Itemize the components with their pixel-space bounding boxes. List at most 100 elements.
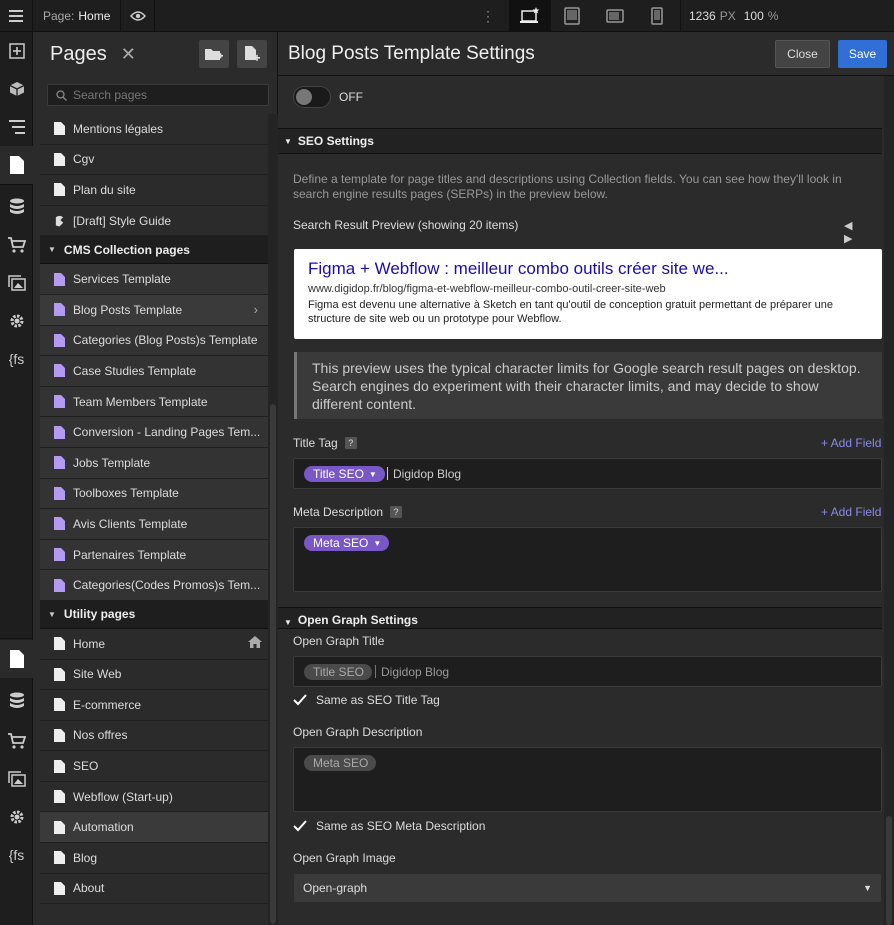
help-question-icon[interactable]: ? [390, 506, 403, 518]
cms-database-icon[interactable] [0, 188, 33, 226]
page-list-item-label: Jobs Template [73, 455, 151, 470]
page-document-icon [54, 820, 73, 834]
desktop-base-breakpoint-icon[interactable] [509, 0, 551, 32]
preview-pagination-arrows[interactable]: ◀ ▶ [844, 219, 882, 245]
page-folder-header[interactable]: ▼ CMS Collection pages [40, 236, 268, 265]
add-panel-icon[interactable] [0, 32, 33, 70]
page-list-item[interactable]: Home [40, 628, 268, 660]
settings-scrollbar[interactable] [884, 76, 894, 925]
page-list-item[interactable]: Mentions légales [40, 114, 268, 145]
title-tag-add-field-button[interactable]: + Add Field [821, 436, 881, 450]
assets-images-icon[interactable] [0, 264, 33, 302]
page-list-item[interactable]: Jobs Template [40, 447, 268, 479]
meta-description-add-field-button[interactable]: + Add Field [821, 505, 881, 519]
settings-gear-icon-2[interactable] [0, 798, 33, 836]
page-list-item[interactable]: Blog [40, 843, 268, 874]
chevron-right-icon[interactable]: › [254, 302, 258, 317]
serp-title: Figma + Webflow : meilleur combo outils … [308, 259, 729, 278]
page-list-item[interactable]: About [40, 873, 268, 905]
cms-database-icon-2[interactable] [0, 682, 33, 720]
page-list-item[interactable]: Blog Posts Template › [40, 294, 268, 326]
ecommerce-cart-icon-2[interactable] [0, 722, 33, 760]
page-list-item[interactable]: E-commerce [40, 690, 268, 721]
pages-scrollbar-thumb[interactable] [270, 404, 276, 924]
width-value: 1236 [689, 9, 716, 23]
tablet-breakpoint-icon[interactable] [551, 0, 593, 32]
assets-images-icon-2[interactable] [0, 760, 33, 798]
title-tag-suffix-text: Digidop Blog [393, 467, 462, 481]
page-list-item[interactable]: Services Template [40, 264, 268, 295]
page-list-item[interactable]: Team Members Template [40, 386, 268, 418]
page-document-icon [54, 364, 73, 378]
og-title-label: Open Graph Title [293, 634, 385, 648]
page-list-item[interactable]: Plan du site [40, 175, 268, 206]
page-list-item[interactable]: Conversion - Landing Pages Tem... [40, 417, 268, 448]
zoom-value: 100 [743, 9, 764, 23]
search-pages-input[interactable]: Search pages [47, 84, 269, 106]
chevron-down-icon: ▼ [373, 538, 382, 548]
more-options-icon[interactable]: ⋮ [478, 0, 498, 32]
hamburger-menu-icon[interactable] [0, 0, 33, 32]
create-folder-button[interactable] [199, 40, 229, 68]
og-same-as-description-checkbox[interactable]: Same as SEO Meta Description [293, 819, 485, 833]
meta-seo-pill[interactable]: Meta SEO ▼ [304, 535, 390, 551]
og-same-as-title-checkbox[interactable]: Same as SEO Title Tag [293, 693, 440, 707]
og-image-select[interactable]: Open-graph ▼ [293, 873, 882, 903]
mobile-portrait-breakpoint-icon[interactable] [636, 0, 678, 32]
page-list-item[interactable]: Automation [40, 812, 268, 844]
page-document-icon [54, 395, 73, 409]
symbols-box-icon[interactable] [0, 70, 33, 108]
page-list-item[interactable]: [Draft] Style Guide [40, 205, 268, 237]
page-list-item[interactable]: Partenaires Template [40, 539, 268, 571]
mobile-landscape-breakpoint-icon[interactable] [594, 0, 636, 32]
finsweet-fs-icon[interactable]: {fs [0, 340, 33, 378]
settings-scrollbar-thumb[interactable] [886, 816, 892, 925]
help-question-icon[interactable]: ? [344, 437, 357, 449]
page-folder-label: Utility pages [63, 607, 136, 622]
search-placeholder: Search pages [73, 88, 148, 102]
open-graph-section-header[interactable]: ▼ Open Graph Settings [278, 607, 882, 629]
ecommerce-cart-icon[interactable] [0, 226, 33, 264]
meta-description-field[interactable]: Meta SEO ▼ [293, 527, 882, 592]
create-page-button[interactable] [237, 40, 267, 68]
page-list-item[interactable]: Nos offres [40, 720, 268, 752]
template-toggle-row: OFF [293, 86, 363, 108]
page-list-item[interactable]: Webflow (Start-up) [40, 781, 268, 813]
og-description-field[interactable]: Meta SEO [293, 747, 882, 812]
pages-icon-2[interactable] [0, 640, 33, 678]
current-page-selector[interactable]: Page: Home [33, 0, 121, 32]
checkmark-icon [293, 694, 307, 706]
preview-eye-icon[interactable] [121, 0, 155, 32]
finsweet-fs-icon-2[interactable]: {fs [0, 836, 33, 874]
page-document-icon [54, 667, 73, 681]
navigator-icon[interactable] [0, 108, 33, 146]
page-list-item[interactable]: Toolboxes Template [40, 478, 268, 510]
settings-body: OFF ▼ SEO Settings Define a template for… [278, 76, 882, 925]
page-list-item-label: E-commerce [73, 697, 142, 712]
page-list-item[interactable]: SEO [40, 751, 268, 782]
close-button[interactable]: Close [775, 40, 830, 68]
draft-style-guide-icon [54, 214, 73, 227]
title-seo-pill[interactable]: Title SEO ▼ [304, 466, 385, 482]
page-document-icon [54, 698, 73, 712]
close-icon[interactable]: ✕ [121, 44, 136, 65]
page-document-icon [54, 517, 73, 531]
settings-gear-icon[interactable] [0, 302, 33, 340]
page-list-item[interactable]: Categories (Blog Posts)s Template [40, 325, 268, 357]
pages-icon[interactable] [0, 146, 33, 184]
pages-scrollbar[interactable] [268, 114, 278, 925]
og-title-field[interactable]: Title SEO Digidop Blog [293, 656, 882, 687]
page-list-item[interactable]: Cgv [40, 144, 268, 176]
page-list-item[interactable]: Categories(Codes Promos)s Tem... [40, 570, 268, 601]
save-button[interactable]: Save [838, 40, 887, 68]
page-document-icon [54, 456, 73, 470]
page-list-item[interactable]: Case Studies Template [40, 356, 268, 387]
page-folder-header[interactable]: ▼ Utility pages [40, 600, 268, 629]
og-same-as-description-label: Same as SEO Meta Description [316, 819, 486, 833]
page-list-item[interactable]: Avis Clients Template [40, 509, 268, 540]
page-list-item[interactable]: Site Web [40, 659, 268, 691]
caret-down-icon: ▼ [284, 618, 292, 627]
title-tag-field[interactable]: Title SEO ▼ Digidop Blog [293, 458, 882, 489]
template-toggle-switch[interactable] [293, 86, 331, 108]
seo-settings-section-header[interactable]: ▼ SEO Settings [278, 128, 882, 154]
